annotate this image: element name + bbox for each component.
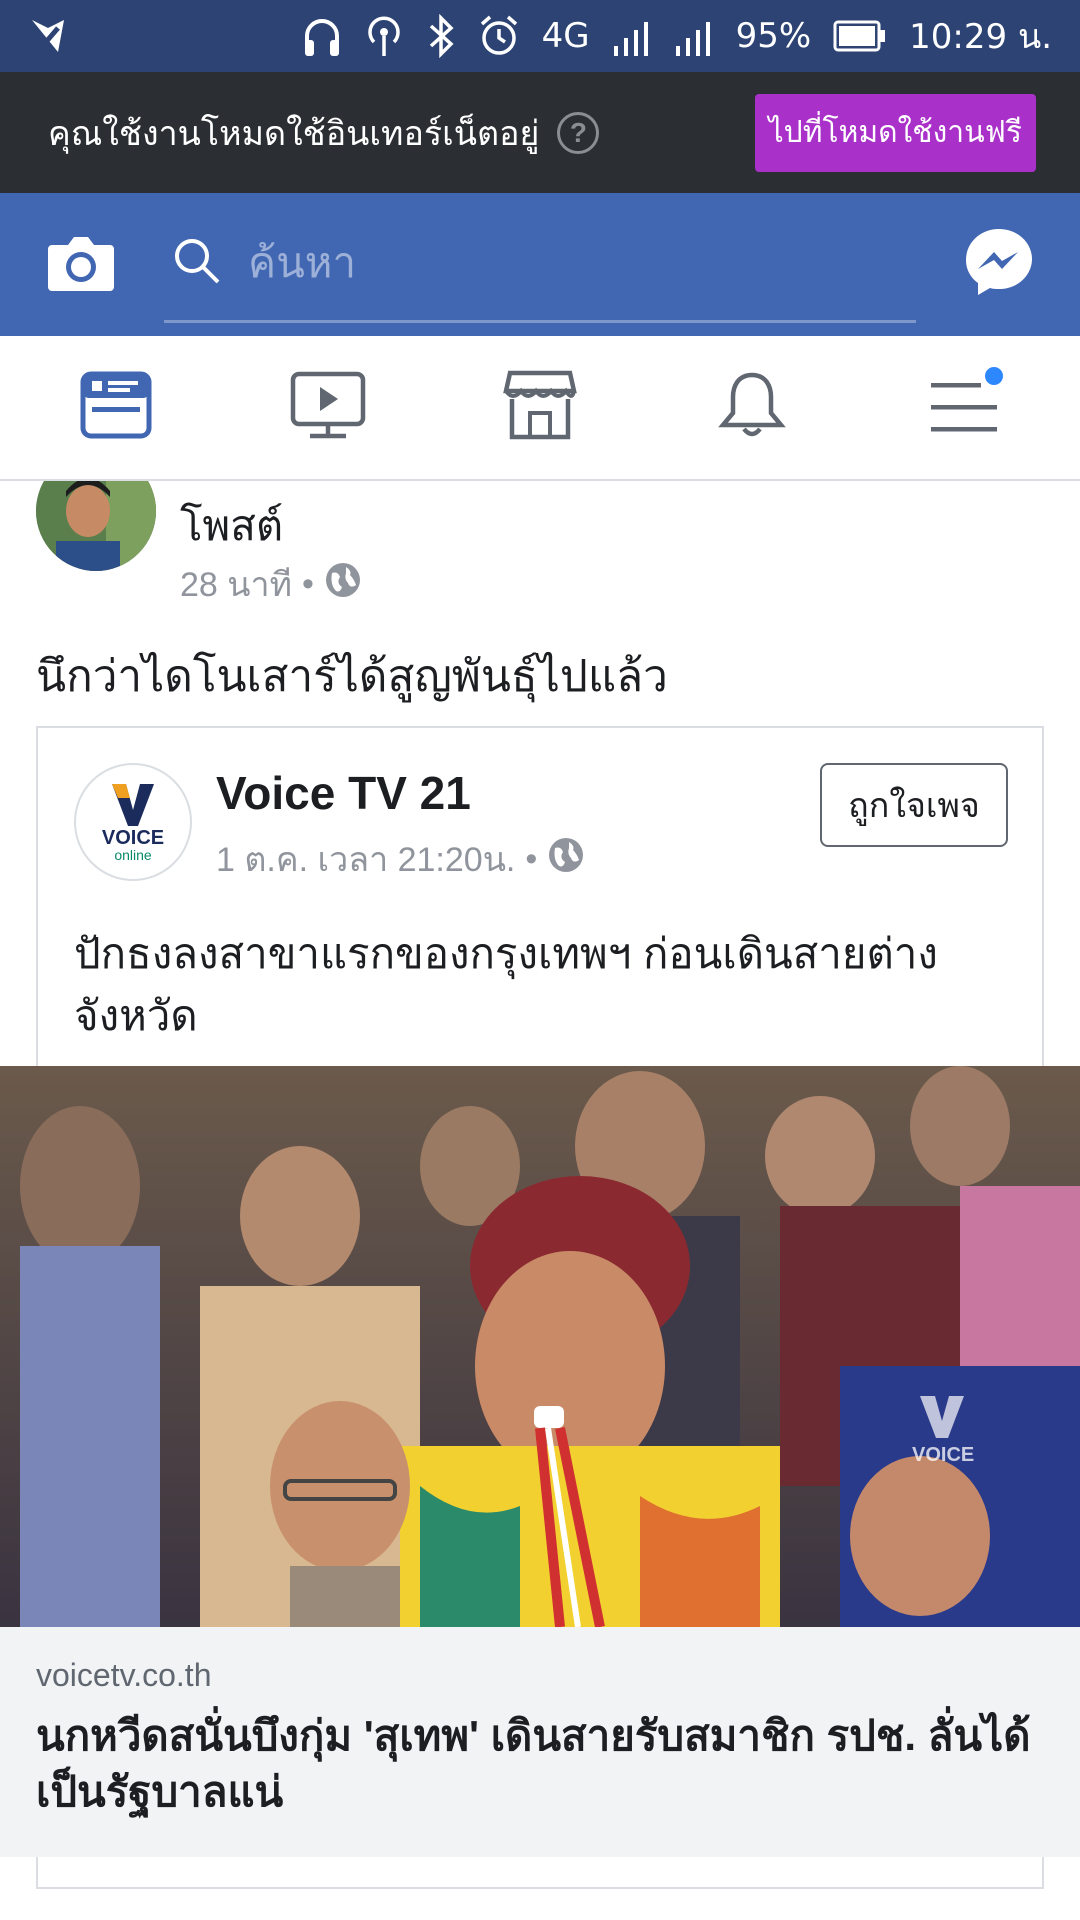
post-photo[interactable]: VOICE <box>0 1066 1080 1627</box>
headphones-icon <box>302 14 342 58</box>
link-title: นกหวีดสนั่นบึงกุ่ม 'สุเทพ' เดินสายรับสมา… <box>36 1712 1031 1815</box>
author-avatar[interactable] <box>36 481 156 571</box>
status-bar: 4G 95% 10:29 น. <box>0 0 1080 72</box>
meta-separator: • <box>525 839 538 878</box>
go-to-free-mode-button[interactable]: ไปที่โหมดใช้งานฟรี <box>754 93 1036 172</box>
tab-watch[interactable] <box>268 358 388 458</box>
shared-post-text: ปักธงลงสาขาแรกของกรุงเทพฯ ก่อนเดินสายต่า… <box>74 930 938 1039</box>
marketplace-icon <box>502 369 578 446</box>
bluetooth-icon <box>426 14 456 58</box>
news-feed-icon <box>80 369 152 446</box>
main-nav-tabs <box>0 336 1080 481</box>
messenger-icon[interactable] <box>962 225 1036 304</box>
post-meta: 28 นาที • <box>180 557 362 611</box>
tab-news-feed[interactable] <box>56 358 176 458</box>
voice-logo-v-icon <box>112 784 154 826</box>
signal-sim2-icon <box>674 14 714 58</box>
battery-icon <box>833 19 887 53</box>
search-bar[interactable]: ค้นหา <box>164 206 916 323</box>
photo-watermark: VOICE <box>912 1444 975 1466</box>
meta-separator: • <box>302 564 314 603</box>
post-text: นึกว่าไดโนเสาร์ได้สูญพันธ์ุไปแล้ว <box>36 652 668 701</box>
page-logo-subtext: online <box>114 847 152 863</box>
clock: 10:29 น. <box>909 17 1052 57</box>
page-logo[interactable]: VOICE online <box>74 763 192 881</box>
signal-sim1-icon <box>612 14 652 58</box>
alarm-icon <box>478 14 520 58</box>
tab-menu[interactable] <box>904 358 1024 458</box>
check-notification-icon <box>28 16 68 56</box>
page-logo-text: VOICE <box>101 827 165 849</box>
bell-icon <box>717 369 787 446</box>
network-type: 4G <box>541 16 590 56</box>
link-preview[interactable]: voicetv.co.th นกหวีดสนั่นบึงกุ่ม 'สุเทพ'… <box>0 1627 1080 1857</box>
data-mode-message: คุณใช้งานโหมดใช้อินเทอร์เน็ตอยู่ <box>48 114 540 153</box>
tab-notifications[interactable] <box>692 358 812 458</box>
help-icon[interactable]: ? <box>557 111 600 154</box>
page-name-link[interactable]: Voice TV 21 <box>216 766 471 820</box>
link-domain: voicetv.co.th <box>36 1657 212 1693</box>
search-icon <box>172 236 222 291</box>
hotspot-icon <box>364 14 404 58</box>
shared-post-time: 1 ต.ค. เวลา 21:20น. <box>216 841 516 879</box>
shared-post-meta: 1 ต.ค. เวลา 21:20น. • <box>216 832 585 886</box>
battery-percent: 95% <box>735 16 812 56</box>
video-icon <box>290 369 366 446</box>
like-page-button[interactable]: ถูกใจเพจ <box>820 763 1008 847</box>
globe-icon <box>324 561 362 608</box>
top-header: ค้นหา <box>0 193 1080 336</box>
data-mode-banner: คุณใช้งานโหมดใช้อินเทอร์เน็ตอยู่ ? ไปที่… <box>0 72 1080 193</box>
menu-notification-dot <box>982 363 1006 388</box>
shared-post-bottom <box>36 1857 1044 1889</box>
globe-icon <box>547 836 585 883</box>
news-feed: โพสต์ 28 นาที • นึกว่าไดโนเสาร์ได้สูญพัน… <box>0 481 1080 1920</box>
tab-marketplace[interactable] <box>480 358 600 458</box>
search-placeholder: ค้นหา <box>248 239 357 286</box>
post-author-continuation: โพสต์ <box>180 502 284 549</box>
camera-icon[interactable] <box>46 231 116 298</box>
post-time: 28 นาที <box>180 566 293 604</box>
